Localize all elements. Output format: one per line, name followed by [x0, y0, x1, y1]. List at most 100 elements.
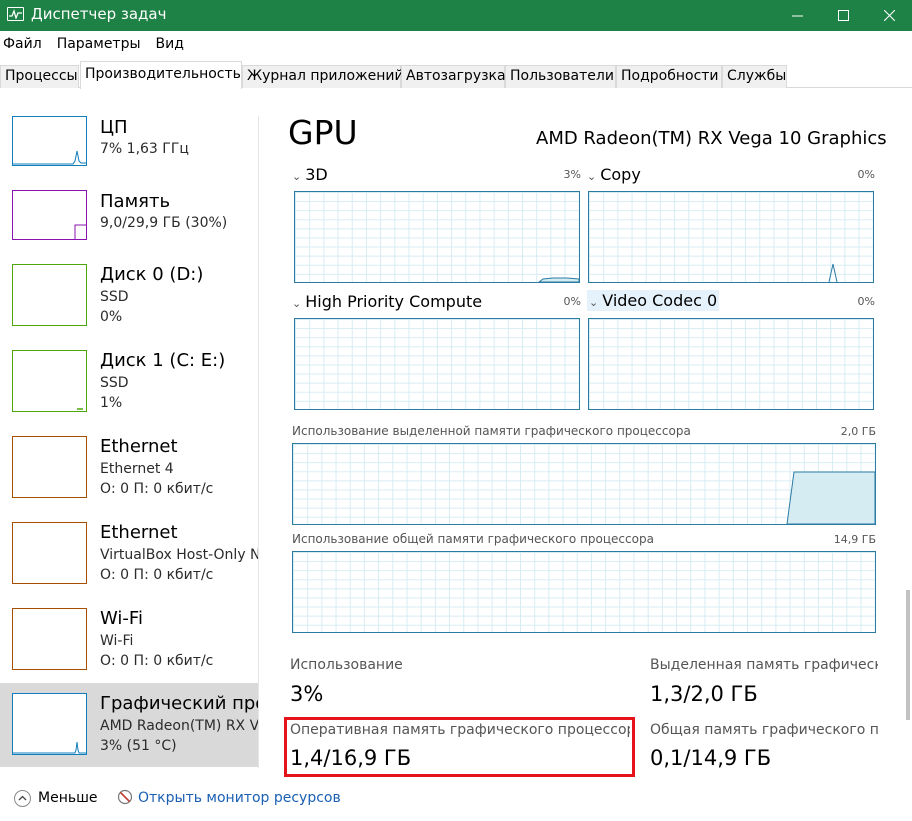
maximize-button[interactable] — [820, 0, 866, 31]
engine-selector-3d[interactable]: ⌄ 3D — [292, 165, 328, 184]
disk-1-mini-graph — [12, 350, 87, 412]
sidebar-item-value: О: 0 П: 0 кбит/с — [100, 653, 214, 669]
sidebar-item-title: Диск 0 (D:) — [100, 264, 204, 285]
sidebar-item-ethernet-4[interactable]: Ethernet Ethernet 4 О: 0 П: 0 кбит/с — [0, 433, 258, 519]
engine-selector-video-codec[interactable]: ⌄ Video Codec 0 — [587, 290, 720, 311]
sidebar-item-detail: Ethernet 4 — [100, 461, 174, 477]
dedicated-memory-graph-max: 2,0 ГБ — [840, 425, 876, 438]
shared-memory-graph-label: Использование общей памяти графического … — [292, 532, 654, 546]
engine-graph-copy — [588, 191, 874, 283]
chevron-down-icon: ⌄ — [589, 296, 599, 309]
sidebar-item-ethernet-virtualbox[interactable]: Ethernet VirtualBox Host-Only Ne О: 0 П:… — [0, 519, 258, 605]
menu-bar: Файл Параметры Вид — [0, 34, 196, 56]
page-title: GPU — [288, 113, 358, 152]
sidebar-item-detail: 7% 1,63 ГГц — [100, 141, 189, 157]
sidebar-item-gpu[interactable]: Графический проц AMD Radeon(TM) RX Ve 3%… — [0, 683, 258, 767]
tab-users[interactable]: Пользователи — [505, 65, 616, 88]
maximize-icon — [837, 10, 849, 21]
fewer-details-button[interactable]: Меньше — [38, 790, 98, 806]
dedicated-memory-value: 1,3/2,0 ГБ — [650, 682, 758, 706]
sidebar-item-title: Wi-Fi — [100, 608, 143, 629]
sidebar-item-wifi[interactable]: Wi-Fi Wi-Fi О: 0 П: 0 кбит/с — [0, 605, 258, 691]
engine-name: Copy — [600, 165, 641, 184]
gpu-mini-graph — [12, 693, 87, 755]
open-resource-monitor-link[interactable]: Открыть монитор ресурсов — [138, 790, 341, 806]
sidebar-item-disk-0[interactable]: Диск 0 (D:) SSD 0% — [0, 261, 258, 347]
sidebar-item-disk-1[interactable]: Диск 1 (C: E:) SSD 1% — [0, 347, 258, 433]
sidebar-item-title: Графический проц — [100, 693, 258, 714]
title-bar: Диспетчер задач — [0, 0, 912, 31]
gpu-device-name: AMD Radeon(TM) RX Vega 10 Graphics — [536, 128, 887, 149]
tab-app-history[interactable]: Журнал приложений — [242, 65, 404, 88]
sidebar-item-title: Ethernet — [100, 522, 178, 543]
engine-selector-copy[interactable]: ⌄ Copy — [587, 165, 641, 184]
sidebar-item-value: 1% — [100, 395, 123, 411]
dedicated-memory-label: Выделенная память графическо — [650, 657, 878, 673]
sidebar-item-detail: AMD Radeon(TM) RX Ve — [100, 718, 258, 734]
shared-memory-graph-max: 14,9 ГБ — [833, 533, 876, 546]
close-icon — [883, 10, 895, 21]
shared-memory-graph — [292, 551, 876, 633]
footer: Меньше Открыть монитор ресурсов — [0, 784, 912, 814]
tab-processes[interactable]: Процессы — [0, 65, 79, 88]
sidebar-item-memory[interactable]: Память 9,0/29,9 ГБ (30%) — [0, 175, 258, 261]
sidebar-item-value: 3% (51 °C) — [100, 738, 177, 754]
engine-graph-high-priority-compute — [294, 318, 580, 410]
menu-file[interactable]: Файл — [0, 34, 42, 56]
sidebar-item-title: Память — [100, 191, 171, 212]
memory-mini-graph — [12, 190, 87, 240]
ethernet-mini-graph — [12, 522, 87, 584]
engine-percent: 0% — [857, 295, 875, 308]
tab-services[interactable]: Службы — [722, 65, 787, 88]
engine-percent: 0% — [563, 295, 581, 308]
sidebar-item-title: Ethernet — [100, 436, 178, 457]
sidebar-item-detail: 9,0/29,9 ГБ (30%) — [100, 215, 228, 231]
sidebar-item-detail: SSD — [100, 375, 129, 391]
task-manager-icon — [7, 7, 24, 21]
dedicated-memory-graph-label: Использование выделенной памяти графичес… — [292, 424, 691, 438]
highlight-annotation-box — [284, 717, 635, 777]
engine-percent: 3% — [563, 168, 581, 181]
shared-memory-label: Общая память графического про — [650, 722, 878, 738]
wifi-mini-graph — [12, 608, 87, 670]
tab-performance[interactable]: Производительность — [80, 61, 242, 89]
resource-monitor-icon[interactable] — [117, 789, 133, 805]
sidebar-item-value: О: 0 П: 0 кбит/с — [100, 567, 214, 583]
sidebar-item-detail: VirtualBox Host-Only Ne — [100, 547, 258, 563]
cpu-mini-graph — [12, 116, 87, 166]
usage-label: Использование — [290, 657, 403, 673]
window-title: Диспетчер задач — [31, 5, 167, 23]
disk-0-mini-graph — [12, 264, 87, 326]
menu-view[interactable]: Вид — [153, 34, 184, 56]
engine-name: Video Codec 0 — [602, 291, 718, 310]
minimize-button[interactable] — [774, 0, 820, 31]
engine-name: 3D — [305, 165, 328, 184]
engine-selector-high-priority-compute[interactable]: ⌄ High Priority Compute — [292, 292, 482, 311]
sidebar-item-detail: Wi-Fi — [100, 633, 134, 649]
resource-sidebar: ЦП 7% 1,63 ГГц Память 9,0/29,9 ГБ (30%) … — [0, 89, 258, 769]
chevron-down-icon: ⌄ — [587, 170, 597, 183]
sidebar-item-detail: SSD — [100, 289, 129, 305]
menu-options[interactable]: Параметры — [54, 34, 141, 56]
sidebar-item-title: ЦП — [100, 117, 128, 138]
usage-value: 3% — [290, 682, 324, 706]
tab-details[interactable]: Подробности — [616, 65, 722, 88]
engine-percent: 0% — [857, 168, 875, 181]
chevron-down-icon: ⌄ — [292, 297, 302, 310]
dedicated-memory-graph — [292, 443, 876, 525]
chevron-down-icon: ⌄ — [292, 170, 302, 183]
sidebar-item-title: Диск 1 (C: E:) — [100, 350, 226, 371]
minimize-icon — [791, 15, 803, 17]
scrollbar-thumb[interactable] — [906, 590, 910, 720]
chevron-up-icon[interactable] — [14, 790, 31, 807]
tab-strip: Процессы Производительность Журнал прило… — [0, 61, 912, 89]
sidebar-item-cpu[interactable]: ЦП 7% 1,63 ГГц — [0, 89, 258, 175]
engine-graph-3d — [294, 191, 580, 283]
engine-graph-video-codec — [588, 318, 874, 410]
engine-name: High Priority Compute — [305, 292, 483, 311]
sidebar-item-value: О: 0 П: 0 кбит/с — [100, 481, 214, 497]
close-button[interactable] — [866, 0, 912, 31]
sidebar-item-value: 0% — [100, 309, 123, 325]
sidebar-divider — [258, 116, 259, 768]
tab-startup[interactable]: Автозагрузка — [401, 65, 506, 88]
